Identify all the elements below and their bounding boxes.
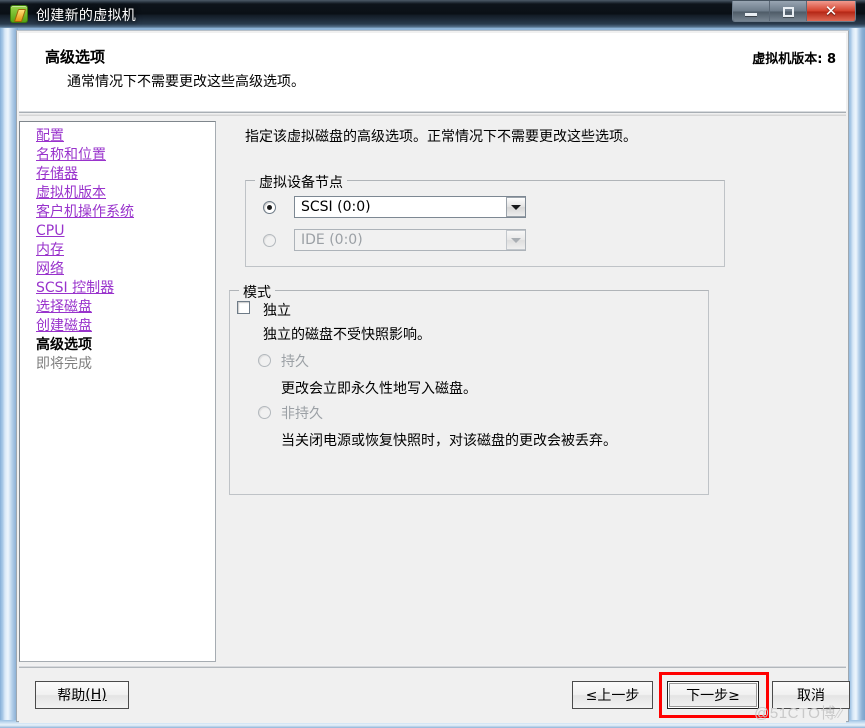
wizard-body: 配置 名称和位置 存储器 虚拟机版本 客户机操作系统 CPU 内存 网络 SCS… (19, 118, 846, 665)
create-vm-wizard-window: 创建新的虚拟机 ✕ 高级选项 通常情况下不需要更改这些高级选项。 虚拟机版本: … (0, 0, 865, 728)
nonpersistent-description: 当关闭电源或恢复快照时，对该磁盘的更改会被丢弃。 (281, 433, 617, 449)
sidebar-item-label: SCSI 控制器 (36, 280, 115, 296)
sidebar-item-label: 网络 (36, 261, 64, 277)
minimize-button[interactable] (733, 1, 770, 21)
wizard-header: 高级选项 通常情况下不需要更改这些高级选项。 虚拟机版本: 8 (19, 33, 846, 113)
sidebar-item-create-disk[interactable]: 创建磁盘 (20, 317, 215, 336)
main-description: 指定该虚拟磁盘的高级选项。正常情况下不需要更改这些选项。 (245, 129, 637, 145)
scsi-radio[interactable] (263, 201, 276, 214)
sidebar-item-label: 存储器 (36, 166, 78, 182)
wizard-main-pane: 指定该虚拟磁盘的高级选项。正常情况下不需要更改这些选项。 虚拟设备节点 SCSI… (219, 118, 846, 665)
sidebar-item-advanced-options[interactable]: 高级选项 (20, 336, 215, 355)
group-title: 模式 (239, 282, 275, 302)
sidebar-item-configuration[interactable]: 配置 (20, 127, 215, 146)
sidebar-item-label: 创建磁盘 (36, 318, 92, 334)
wizard-footer: 帮助 (H) ≤上一步 下一步≥ 取消 @51CTO博⁄⁄ (19, 668, 850, 723)
page-title: 高级选项 (45, 48, 106, 66)
ide-node-dropdown: IDE (0:0) (294, 229, 526, 251)
window-title: 创建新的虚拟机 (36, 8, 137, 24)
vm-icon (10, 5, 28, 23)
sidebar-item-select-disk[interactable]: 选择磁盘 (20, 298, 215, 317)
close-icon: ✕ (824, 2, 838, 20)
next-button[interactable]: 下一步≥ (667, 681, 759, 709)
help-button-accesskey: (H) (85, 687, 107, 703)
help-button-label: 帮助 (57, 688, 86, 704)
persistent-description: 更改会立即永久性地写入磁盘。 (281, 381, 477, 397)
dialog-client-area: 高级选项 通常情况下不需要更改这些高级选项。 虚拟机版本: 8 配置 名称和位置… (16, 30, 850, 723)
sidebar-item-vm-version[interactable]: 虚拟机版本 (20, 184, 215, 203)
sidebar-item-memory[interactable]: 内存 (20, 241, 215, 260)
sidebar-item-label: 名称和位置 (36, 147, 106, 163)
maximize-icon (782, 6, 794, 17)
sidebar-item-label: 虚拟机版本 (36, 185, 106, 201)
persistent-label: 持久 (281, 354, 309, 370)
title-bar[interactable]: 创建新的虚拟机 ✕ (0, 0, 865, 28)
group-title: 虚拟设备节点 (255, 172, 347, 192)
help-button[interactable]: 帮助 (H) (35, 681, 129, 709)
ide-radio (263, 234, 276, 247)
sidebar-item-storage[interactable]: 存储器 (20, 165, 215, 184)
nonpersistent-label: 非持久 (281, 406, 323, 422)
sidebar-item-cpu[interactable]: CPU (20, 222, 215, 241)
chevron-down-icon (506, 230, 525, 250)
wizard-step-sidebar[interactable]: 配置 名称和位置 存储器 虚拟机版本 客户机操作系统 CPU 内存 网络 SCS… (19, 121, 216, 662)
back-button[interactable]: ≤上一步 (572, 681, 653, 709)
sidebar-item-ready-to-complete: 即将完成 (20, 355, 215, 374)
sidebar-item-scsi-controller[interactable]: SCSI 控制器 (20, 279, 215, 298)
scsi-node-dropdown[interactable]: SCSI (0:0) (294, 196, 526, 218)
persistent-radio (258, 354, 271, 367)
header-separator (19, 113, 846, 116)
back-button-label: ≤上一步 (585, 688, 640, 704)
window-controls: ✕ (732, 1, 856, 22)
sidebar-item-label: 客户机操作系统 (36, 204, 134, 220)
watermark: @51CTO博⁄⁄ (754, 705, 843, 722)
close-button[interactable]: ✕ (807, 1, 855, 21)
maximize-button[interactable] (770, 1, 807, 21)
virtual-device-node-group: 虚拟设备节点 SCSI (0:0) IDE (0:0) (245, 172, 725, 267)
window-glass-edge-right (849, 28, 865, 728)
minimize-icon (745, 13, 757, 16)
independent-checkbox[interactable] (237, 301, 250, 314)
page-subtitle: 通常情况下不需要更改这些高级选项。 (67, 74, 305, 90)
independent-description: 独立的磁盘不受快照影响。 (263, 327, 431, 343)
sidebar-item-label: CPU (36, 223, 65, 239)
next-button-label: 下一步≥ (686, 688, 740, 704)
nonpersistent-radio (258, 406, 271, 419)
independent-label: 独立 (263, 303, 291, 319)
sidebar-item-label: 高级选项 (36, 337, 92, 353)
mode-group: 模式 独立 独立的磁盘不受快照影响。 持久 更改会立即永久性地写入磁盘。 非持久… (229, 282, 709, 495)
sidebar-item-label: 配置 (36, 128, 64, 144)
sidebar-item-label: 内存 (36, 242, 64, 258)
scsi-node-value: SCSI (0:0) (301, 199, 371, 215)
sidebar-item-label: 选择磁盘 (36, 299, 92, 315)
wizard-step-list: 配置 名称和位置 存储器 虚拟机版本 客户机操作系统 CPU 内存 网络 SCS… (20, 122, 215, 374)
sidebar-item-guest-os[interactable]: 客户机操作系统 (20, 203, 215, 222)
sidebar-item-name-and-location[interactable]: 名称和位置 (20, 146, 215, 165)
ide-node-value: IDE (0:0) (301, 232, 363, 248)
vm-version-label: 虚拟机版本: 8 (752, 52, 836, 67)
watermark-text: @51CTO博 (754, 705, 836, 722)
sidebar-item-network[interactable]: 网络 (20, 260, 215, 279)
chevron-down-icon[interactable] (506, 197, 525, 217)
sidebar-item-label: 即将完成 (36, 356, 92, 372)
